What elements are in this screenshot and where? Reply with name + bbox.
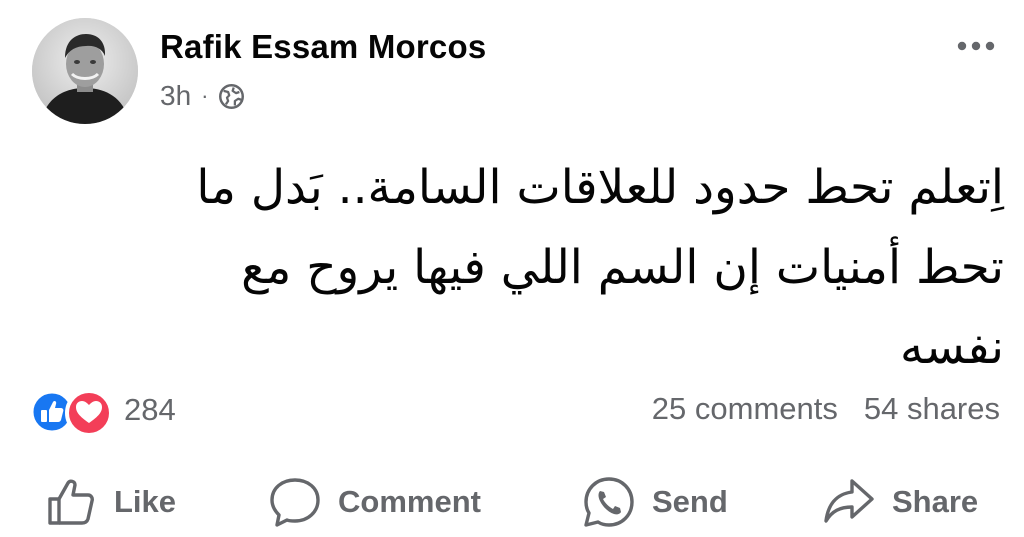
post-text-line: نفسه bbox=[900, 320, 1004, 375]
post-text-line: اِتعلم تحط حدود للعلاقات السامة.. بَدل م… bbox=[196, 160, 1004, 215]
share-arrow-icon bbox=[824, 479, 874, 523]
engagement-counts: 25 comments 54 shares bbox=[652, 391, 1000, 427]
meta-separator: · bbox=[201, 83, 209, 108]
post-meta: 3h · bbox=[160, 80, 245, 112]
post-author-name[interactable]: Rafik Essam Morcos bbox=[160, 28, 486, 66]
like-button[interactable]: Like bbox=[44, 470, 176, 534]
comment-bubble-icon bbox=[270, 478, 320, 527]
comments-count[interactable]: 25 comments bbox=[652, 391, 838, 427]
author-avatar[interactable] bbox=[32, 18, 138, 124]
share-button[interactable]: Share bbox=[822, 470, 978, 534]
thumbs-up-icon bbox=[48, 479, 94, 525]
reaction-count: 284 bbox=[124, 392, 176, 427]
post-timestamp[interactable]: 3h bbox=[160, 80, 191, 112]
avatar-photo bbox=[32, 18, 138, 124]
send-label: Send bbox=[652, 484, 728, 519]
send-button[interactable]: Send bbox=[582, 470, 728, 534]
more-options-icon[interactable] bbox=[952, 34, 1000, 58]
comment-label: Comment bbox=[338, 484, 481, 519]
shares-count[interactable]: 54 shares bbox=[864, 391, 1000, 427]
post-body-text: اِتعلم تحط حدود للعلاقات السامة.. بَدل م… bbox=[24, 148, 1004, 388]
post-action-bar: Like Comment Send Share bbox=[0, 470, 1024, 534]
comment-button[interactable]: Comment bbox=[268, 470, 481, 534]
post-text-line: تحط أمنيات إن السم اللي فيها يروح مع bbox=[241, 240, 1004, 295]
reaction-icons bbox=[30, 388, 120, 437]
reaction-summary[interactable]: 284 bbox=[30, 388, 176, 437]
share-label: Share bbox=[892, 484, 979, 519]
like-label: Like bbox=[114, 484, 177, 519]
love-reaction-icon bbox=[64, 388, 114, 438]
globe-icon[interactable] bbox=[218, 83, 245, 110]
whatsapp-send-icon bbox=[584, 477, 634, 527]
